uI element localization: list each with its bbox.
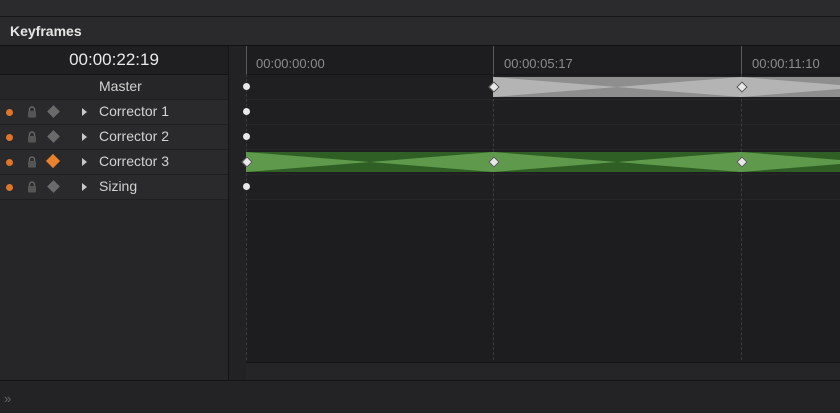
ruler-label: 00:00:00:00 — [256, 56, 325, 71]
ruler-tick — [246, 46, 247, 74]
lock-icon[interactable] — [27, 156, 37, 168]
ruler-tick — [493, 46, 494, 74]
track-row-master[interactable]: Master — [0, 75, 228, 100]
ruler-tick — [741, 46, 742, 74]
keyframe-dot[interactable] — [243, 183, 250, 190]
track-list-panel: 00:00:22:19 Master Corrector 1 Corrector… — [0, 46, 228, 380]
keyframe-diamond-icon[interactable] — [47, 130, 60, 143]
enable-dot-icon[interactable] — [6, 134, 13, 141]
expand-triangle-icon[interactable] — [82, 183, 87, 191]
keyframe-dot[interactable] — [243, 83, 250, 90]
enable-dot-icon[interactable] — [6, 159, 13, 166]
time-ruler[interactable]: 00:00:00:00 00:00:05:17 00:00:11:10 — [246, 46, 840, 75]
track-row-corrector-1[interactable]: Corrector 1 — [0, 100, 228, 125]
expand-triangle-icon[interactable] — [82, 133, 87, 141]
expand-triangle-icon[interactable] — [82, 158, 87, 166]
keyframe-dot[interactable] — [243, 133, 250, 140]
track-label-sizing: Sizing — [99, 178, 138, 194]
track-row-sizing[interactable]: Sizing — [0, 175, 228, 200]
lock-icon[interactable] — [27, 106, 37, 118]
track-label-corrector-3: Corrector 3 — [99, 153, 170, 169]
keyframes-header: Keyframes — [0, 17, 840, 46]
current-timecode: 00:00:22:19 — [0, 46, 228, 75]
keyframe-dot[interactable] — [243, 108, 250, 115]
gridline — [246, 74, 247, 380]
panel-title: Keyframes — [10, 23, 82, 39]
keyframe-timeline[interactable]: 00:00:00:00 00:00:05:17 00:00:11:10 — [241, 46, 840, 381]
track-row-corrector-3[interactable]: Corrector 3 — [0, 150, 228, 175]
lane-corrector-1[interactable] — [246, 100, 840, 125]
master-keyframe-segment[interactable] — [493, 77, 840, 97]
expand-panel-icon[interactable]: » — [4, 391, 11, 406]
top-strip — [0, 0, 840, 17]
ruler-label: 00:00:05:17 — [504, 56, 573, 71]
gridline — [741, 74, 742, 380]
track-label-corrector-2: Corrector 2 — [99, 128, 170, 144]
enable-dot-icon[interactable] — [6, 184, 13, 191]
ruler-label: 00:00:11:10 — [752, 56, 820, 71]
enable-dot-icon[interactable] — [6, 109, 13, 116]
footer-bar: » — [0, 380, 840, 413]
track-row-corrector-2[interactable]: Corrector 2 — [0, 125, 228, 150]
gridline — [493, 74, 494, 380]
lane-sizing[interactable] — [246, 175, 840, 200]
keyframe-diamond-icon-active[interactable] — [45, 153, 61, 169]
panel-splitter[interactable] — [228, 46, 248, 380]
lock-icon[interactable] — [27, 131, 37, 143]
expand-triangle-icon[interactable] — [82, 108, 87, 116]
keyframe-diamond-icon[interactable] — [47, 180, 60, 193]
track-label-master: Master — [99, 78, 142, 94]
horizontal-scrollbar[interactable] — [246, 362, 840, 381]
lock-icon[interactable] — [27, 181, 37, 193]
keyframe-diamond-icon[interactable] — [47, 105, 60, 118]
track-label-corrector-1: Corrector 1 — [99, 103, 170, 119]
lane-corrector-2[interactable] — [246, 125, 840, 150]
corrector-3-keyframe-segment[interactable] — [246, 152, 840, 172]
